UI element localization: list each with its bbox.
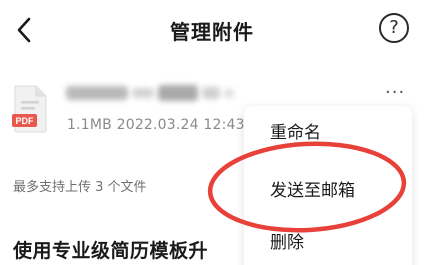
- menu-item-send-to-email[interactable]: 发送至邮箱: [270, 176, 355, 201]
- page-title: 管理附件: [170, 20, 254, 44]
- menu-item-delete[interactable]: 删除: [270, 228, 304, 253]
- pdf-badge-label: PDF: [16, 116, 35, 126]
- promo-heading: 使用专业级简历模板升: [13, 240, 209, 262]
- menu-item-rename[interactable]: 重命名: [270, 118, 321, 143]
- pdf-file-icon: PDF: [10, 84, 50, 134]
- context-menu: 重命名 发送至邮箱 删除: [244, 106, 412, 265]
- top-bar: 管理附件 ?: [0, 0, 424, 62]
- file-meta: 1.1MB 2022.03.24 12:43: [67, 117, 245, 133]
- upload-limit-text: 最多支持上传 3 个文件: [13, 180, 147, 195]
- file-name-redacted: [66, 84, 236, 102]
- help-button[interactable]: ?: [379, 13, 409, 43]
- more-options-button[interactable]: ···: [385, 82, 405, 103]
